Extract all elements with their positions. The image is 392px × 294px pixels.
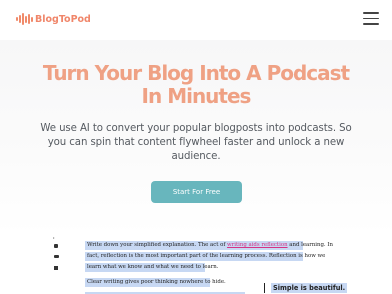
- text-line: Clear writing gives poor thinking nowher…: [85, 278, 226, 287]
- text-line: fact, reflection is the most important p…: [85, 252, 326, 261]
- editor-preview: • Write down your simplified explanation…: [0, 235, 392, 294]
- start-for-free-button[interactable]: Start For Free: [151, 181, 242, 203]
- navbar: BlogToPod: [0, 0, 392, 40]
- quote-bar: [264, 283, 265, 293]
- text-line: Write down your simplified explanation. …: [85, 241, 333, 250]
- soundwave-icon: [16, 12, 34, 26]
- brand-logo[interactable]: BlogToPod: [16, 12, 91, 26]
- quote-text: Simple is beautiful.: [271, 283, 348, 293]
- toolbar-dot-icon: •: [53, 235, 55, 240]
- text-link[interactable]: writing aids reflection: [227, 242, 288, 248]
- print-icon[interactable]: [53, 266, 59, 271]
- hero-subtitle: We use AI to convert your popular blogpo…: [40, 123, 352, 162]
- hamburger-menu-icon[interactable]: [363, 12, 379, 26]
- folder-icon[interactable]: [53, 255, 59, 260]
- hero-title: Turn Your Blog Into A Podcast In Minutes: [42, 61, 350, 108]
- brand-name: BlogToPod: [35, 13, 91, 25]
- mail-icon[interactable]: [53, 244, 59, 249]
- text-line: learn what we know and what we need to l…: [85, 263, 219, 272]
